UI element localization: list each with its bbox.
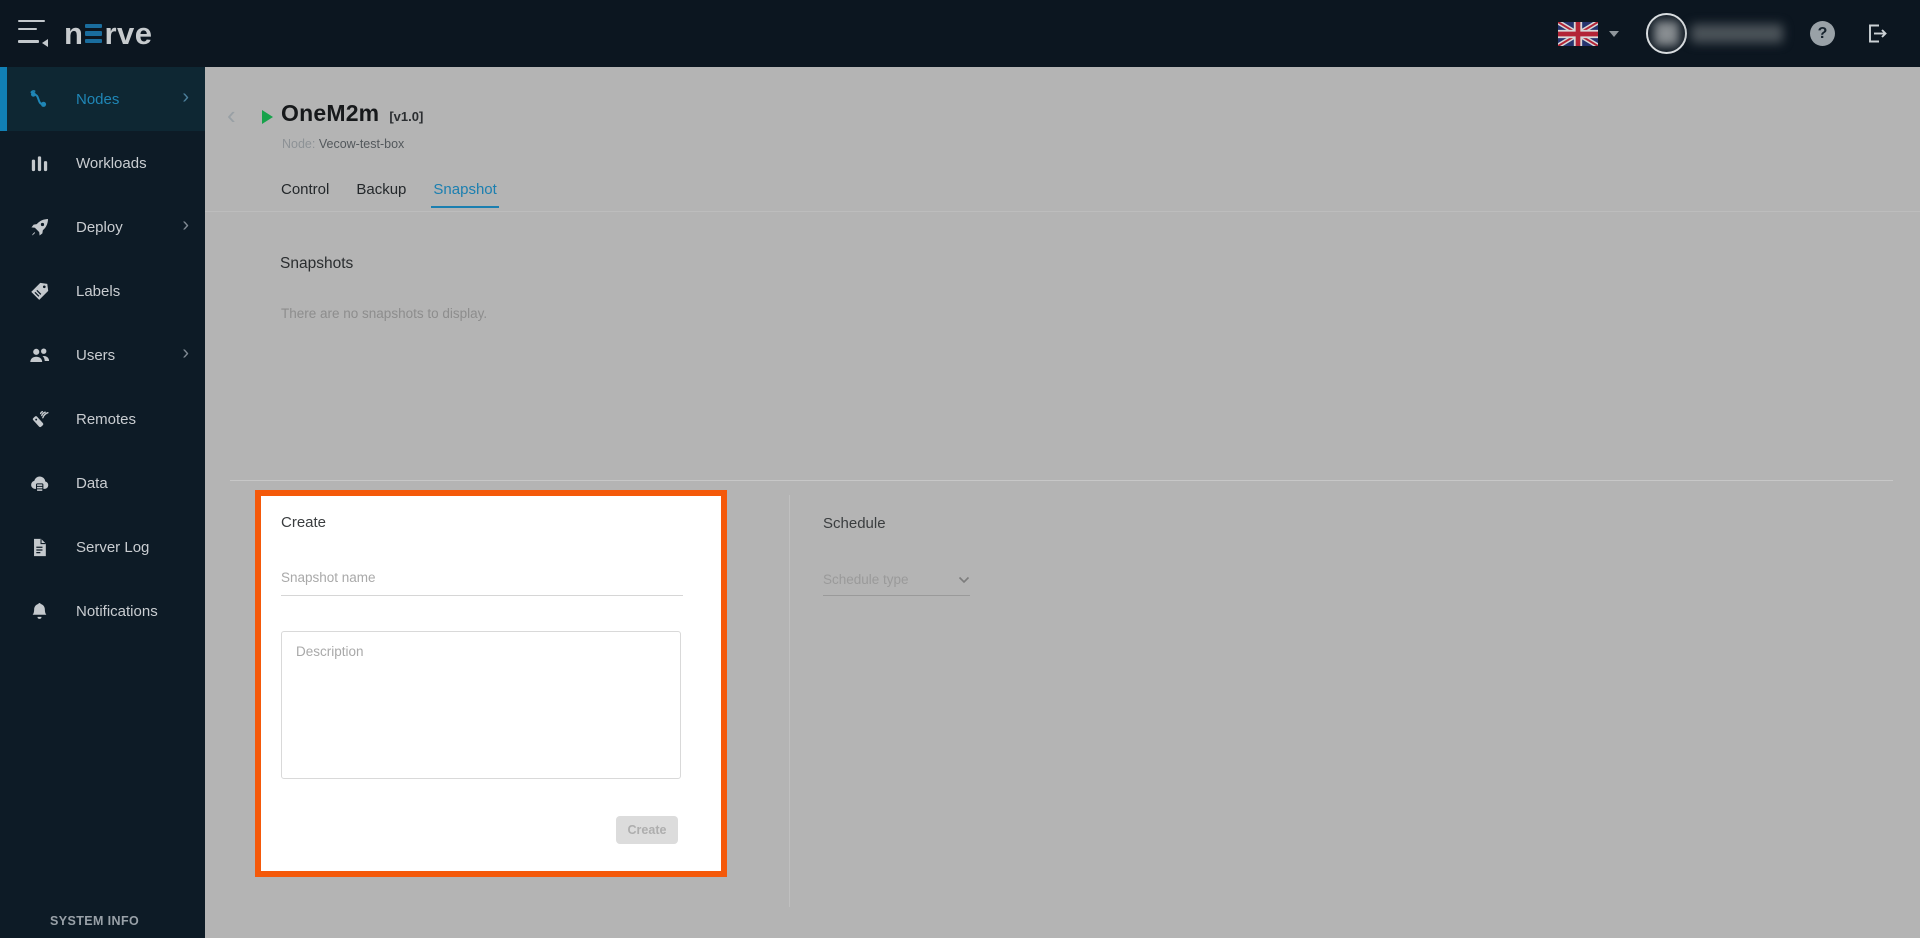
sidebar-item-label: Workloads — [76, 155, 147, 172]
main-content: ‹ OneM2m [v1.0] Node: Vecow-test-box Con… — [205, 67, 1920, 938]
sidebar-item-label: Labels — [76, 283, 120, 300]
nodes-icon — [28, 88, 51, 111]
section-divider — [230, 480, 1893, 481]
sidebar-item-label: Notifications — [76, 603, 158, 620]
uk-flag-icon[interactable] — [1558, 22, 1598, 46]
schedule-type-select[interactable]: Schedule type — [823, 572, 970, 596]
avatar-blurred-image — [1654, 21, 1679, 46]
schedule-type-placeholder: Schedule type — [823, 572, 909, 587]
tab-bar: Control Backup Snapshot — [279, 181, 499, 208]
topbar-right-group: ? — [1558, 13, 1920, 54]
snapshots-heading: Snapshots — [280, 255, 353, 273]
sidebar-item-label: Users — [76, 347, 115, 364]
sidebar-toggle-icon[interactable] — [18, 20, 48, 48]
tab-snapshot[interactable]: Snapshot — [431, 181, 498, 208]
create-button[interactable]: Create — [616, 816, 678, 844]
sidebar-item-labels[interactable]: Labels — [0, 259, 205, 323]
server-log-icon — [28, 536, 51, 559]
deploy-icon — [28, 216, 51, 239]
create-snapshot-panel: Create Create — [255, 490, 727, 877]
sidebar-item-label: Remotes — [76, 411, 136, 428]
schedule-heading: Schedule — [823, 515, 886, 532]
sidebar-item-users[interactable]: Users › — [0, 323, 205, 387]
chevron-right-icon[interactable]: › — [182, 86, 189, 109]
sidebar-item-deploy[interactable]: Deploy › — [0, 195, 205, 259]
chevron-right-icon[interactable]: › — [182, 342, 189, 365]
page-title-row: OneM2m [v1.0] — [281, 100, 423, 127]
sidebar-item-data[interactable]: Data — [0, 451, 205, 515]
sidebar-item-label: Deploy — [76, 219, 123, 236]
labels-icon — [28, 280, 51, 303]
description-textarea[interactable] — [281, 631, 681, 779]
data-icon — [28, 472, 51, 495]
play-status-icon — [262, 110, 273, 124]
sidebar-item-nodes[interactable]: Nodes › — [0, 67, 205, 131]
back-chevron-icon[interactable]: ‹ — [227, 102, 236, 128]
chevron-right-icon[interactable]: › — [182, 214, 189, 237]
notifications-icon — [28, 600, 51, 623]
language-dropdown-caret-icon[interactable] — [1609, 31, 1619, 37]
sidebar-item-label: Data — [76, 475, 108, 492]
sidebar-item-label: Nodes — [76, 91, 119, 108]
sidebar-item-remotes[interactable]: Remotes — [0, 387, 205, 451]
tab-backup[interactable]: Backup — [354, 181, 408, 208]
create-heading: Create — [281, 514, 326, 531]
sidebar-item-server-log[interactable]: Server Log — [0, 515, 205, 579]
sidebar-item-workloads[interactable]: Workloads — [0, 131, 205, 195]
user-avatar[interactable] — [1646, 13, 1687, 54]
tab-control[interactable]: Control — [279, 181, 331, 208]
page-title: OneM2m — [281, 100, 379, 127]
node-label: Node: — [282, 137, 315, 151]
chevron-down-icon — [958, 576, 970, 584]
snapshots-empty-message: There are no snapshots to display. — [281, 306, 487, 321]
nerve-logo: n rve — [64, 18, 152, 49]
sidebar-item-notifications[interactable]: Notifications — [0, 579, 205, 643]
user-name-redacted — [1691, 24, 1783, 43]
system-info-label: SYSTEM INFO — [50, 914, 139, 928]
sidebar: Nodes › Workloads Deploy › Labels — [0, 67, 205, 938]
help-icon[interactable]: ? — [1810, 21, 1835, 46]
logo-e-bars-icon — [85, 24, 102, 44]
users-icon — [28, 344, 51, 367]
sidebar-item-label: Server Log — [76, 539, 149, 556]
workloads-icon — [28, 152, 51, 175]
page-version: [v1.0] — [389, 109, 423, 124]
logo-text-prefix: n — [64, 18, 83, 49]
header-divider — [205, 211, 1920, 212]
logout-icon[interactable] — [1863, 20, 1890, 47]
help-glyph: ? — [1818, 25, 1828, 43]
node-subtitle: Node: Vecow-test-box — [282, 137, 404, 151]
top-bar: n rve ? — [0, 0, 1920, 67]
logo-text-suffix: rve — [104, 18, 152, 49]
vertical-divider — [789, 495, 790, 907]
snapshot-name-input[interactable] — [281, 562, 683, 596]
remotes-icon — [28, 408, 51, 431]
node-value: Vecow-test-box — [319, 137, 404, 151]
